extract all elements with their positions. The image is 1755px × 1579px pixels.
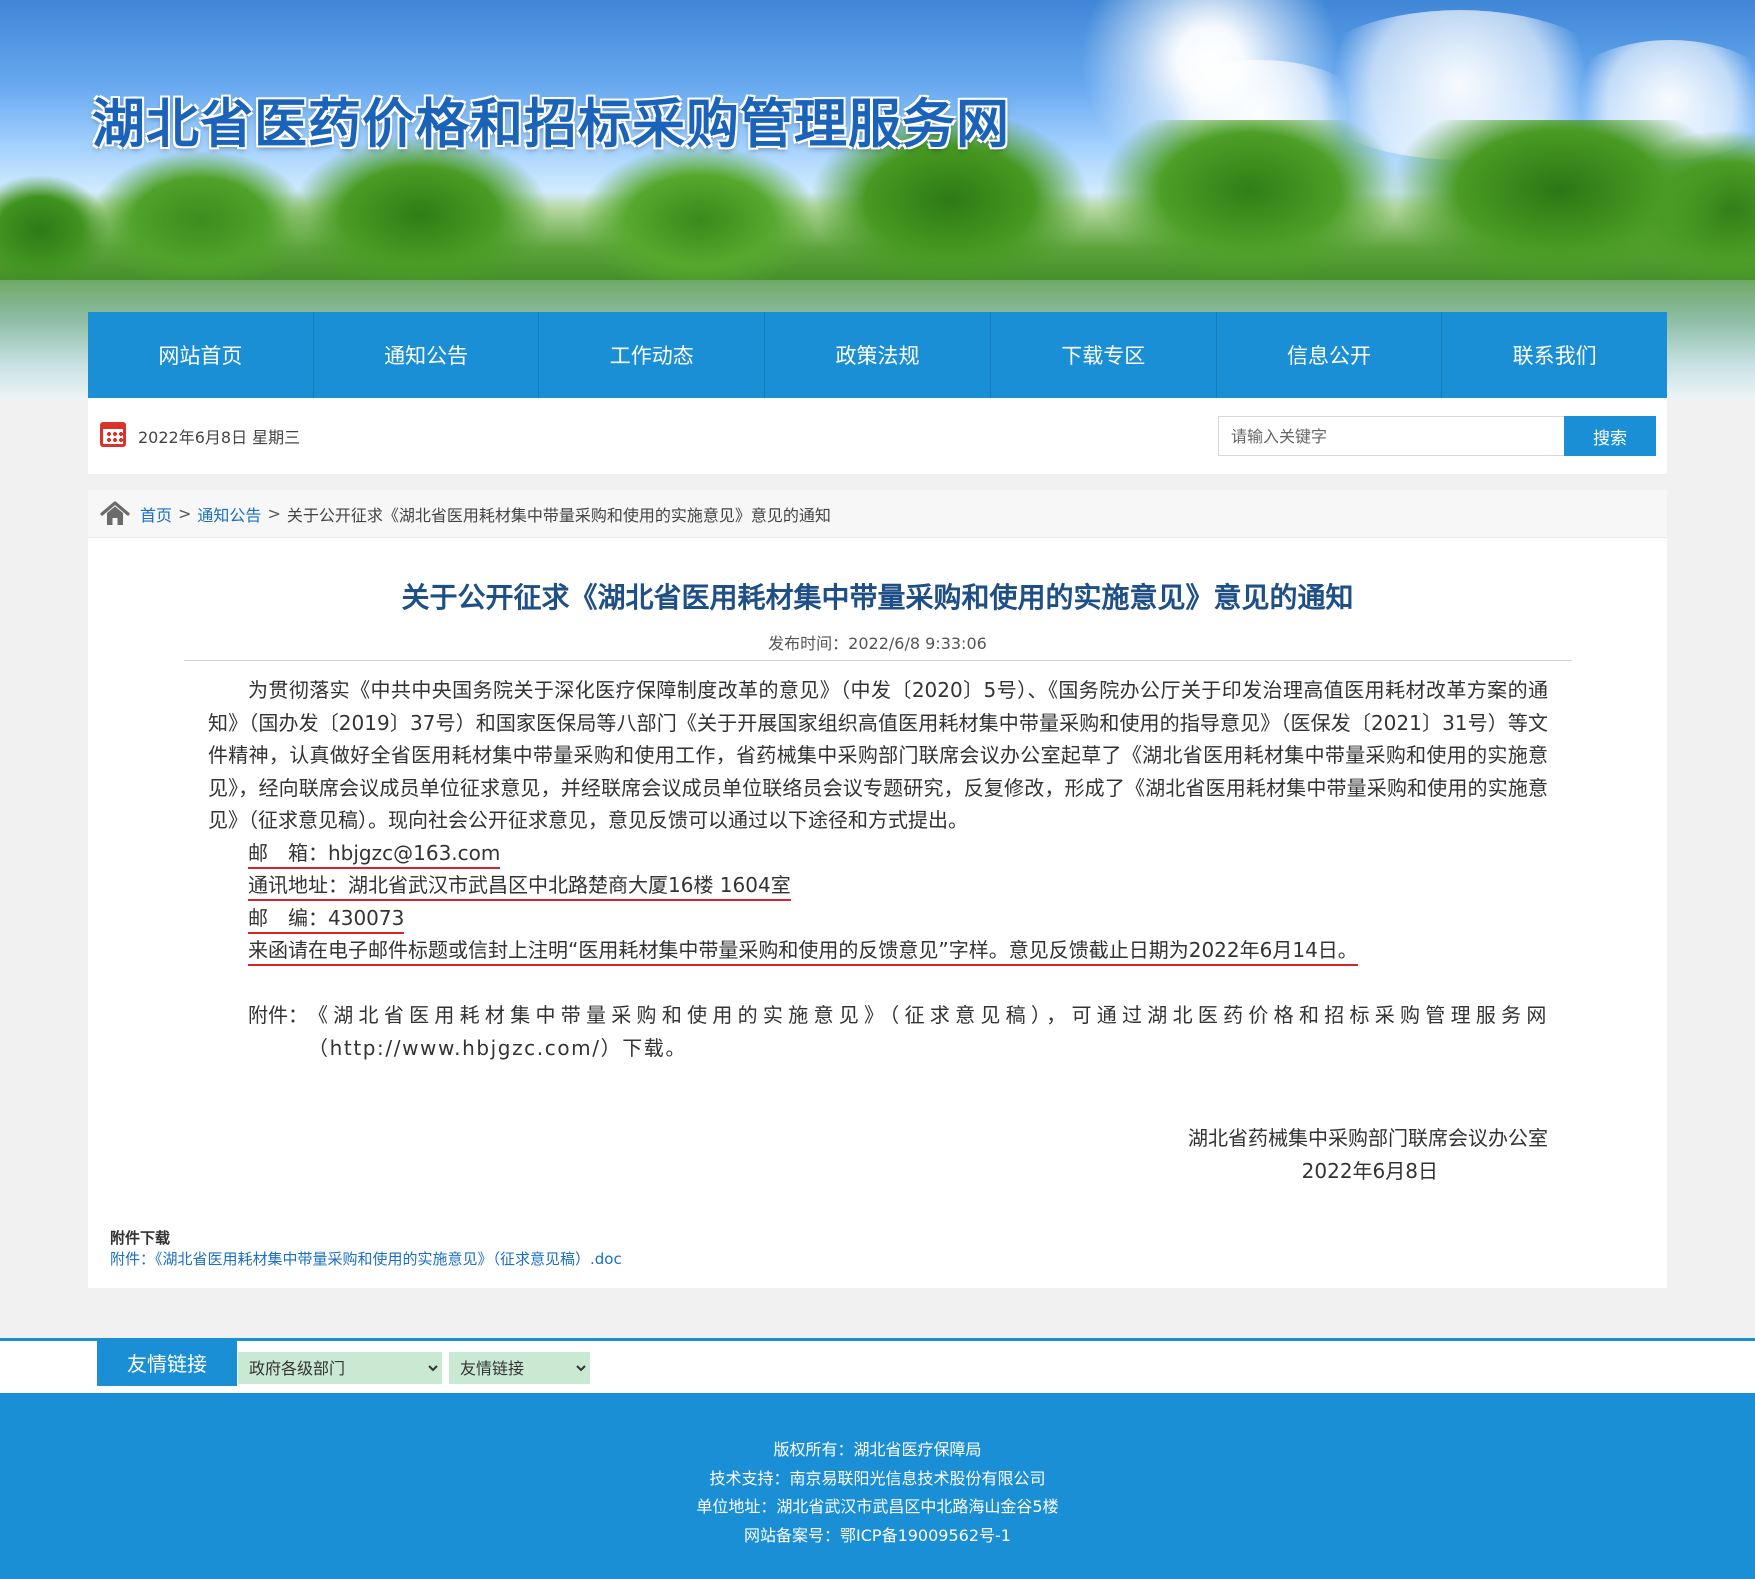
article-intro-paragraph: 为贯彻落实《中共中央国务院关于深化医疗保障制度改革的意见》（中发〔2020〕5号… <box>208 678 1548 832</box>
footer-tech-support: 技术支持：南京易联阳光信息技术股份有限公司 <box>709 1468 1046 1488</box>
breadcrumb-section-link[interactable]: 通知公告 <box>197 502 261 526</box>
footer-address: 单位地址：湖北省武汉市武昌区中北路海山金谷5楼 <box>696 1497 1059 1516</box>
nav-item-contact[interactable]: 联系我们 <box>1442 312 1667 398</box>
current-date: 2022年6月8日 星期三 <box>138 428 301 447</box>
contact-email: 邮 箱：hbjgzc@163.com <box>248 840 501 869</box>
breadcrumb: 首页 > 通知公告 > 关于公开征求《湖北省医用耗材集中带量采购和使用的实施意见… <box>88 490 1667 538</box>
breadcrumb-current: 关于公开征求《湖北省医用耗材集中带量采购和使用的实施意见》意见的通知 <box>286 505 831 525</box>
attachment-download-section: 附件下载 附件：《湖北省医用耗材集中带量采购和使用的实施意见》（征求意见稿）.d… <box>110 1228 622 1270</box>
contact-postcode-row: 邮 编：430073 <box>208 902 1548 935</box>
title-divider <box>184 660 1572 661</box>
contact-email-row: 邮 箱：hbjgzc@163.com <box>208 837 1548 870</box>
attachment-label: 附件： <box>248 1003 308 1027</box>
attachment-download-title: 附件下载 <box>110 1229 171 1247</box>
feedback-notice-row: 来函请在电子邮件标题或信封上注明“医用耗材集中带量采购和使用的反馈意见”字样。意… <box>208 934 1548 967</box>
attachment-description: 《湖北省医用耗材集中带量采购和使用的实施意见》（征求意见稿），可通过湖北医药价格… <box>308 1003 1548 1060</box>
breadcrumb-separator: > <box>178 504 192 523</box>
info-bar: 2022年6月8日 星期三 搜索 <box>88 398 1667 474</box>
calendar-icon <box>100 422 126 447</box>
home-icon <box>100 500 130 527</box>
nav-item-notices[interactable]: 通知公告 <box>314 312 540 398</box>
search-input[interactable] <box>1218 416 1566 456</box>
breadcrumb-separator: > <box>267 504 281 523</box>
feedback-notice: 来函请在电子邮件标题或信封上注明“医用耗材集中带量采购和使用的反馈意见”字样。意… <box>248 938 1358 966</box>
signature-org: 湖北省药械集中采购部门联席会议办公室 <box>1188 1126 1548 1150</box>
friend-links-select[interactable]: 友情链接 <box>449 1352 590 1384</box>
attachment-download-link[interactable]: 附件：《湖北省医用耗材集中带量采购和使用的实施意见》（征求意见稿）.doc <box>110 1249 622 1270</box>
site-title: 湖北省医药价格和招标采购管理服务网 <box>92 94 1010 155</box>
search-button[interactable]: 搜索 <box>1564 416 1656 456</box>
article-title: 关于公开征求《湖北省医用耗材集中带量采购和使用的实施意见》意见的通知 <box>401 581 1354 614</box>
friend-links-tab: 友情链接 <box>97 1338 237 1386</box>
contact-postcode: 邮 编：430073 <box>248 905 405 934</box>
nav-item-downloads[interactable]: 下载专区 <box>991 312 1217 398</box>
signature-date: 2022年6月8日 <box>1301 1158 1438 1183</box>
article-container: 首页 > 通知公告 > 关于公开征求《湖北省医用耗材集中带量采购和使用的实施意见… <box>88 490 1667 1288</box>
footer-icp: 网站备案号：鄂ICP备19009562号-1 <box>744 1525 1011 1545</box>
footer-copyright: 版权所有：湖北省医疗保障局 <box>773 1440 982 1459</box>
attachment-paragraph: 附件： 《湖北省医用耗材集中带量采购和使用的实施意见》（征求意见稿），可通过湖北… <box>208 999 1548 1064</box>
breadcrumb-home-link[interactable]: 首页 <box>140 502 172 526</box>
main-nav: 网站首页 通知公告 工作动态 政策法规 下载专区 信息公开 联系我们 <box>88 312 1667 398</box>
contact-address: 通讯地址：湖北省武汉市武昌区中北路楚商大厦16楼 1604室 <box>248 873 791 901</box>
footer: 版权所有：湖北省医疗保障局 技术支持：南京易联阳光信息技术股份有限公司 单位地址… <box>0 1393 1755 1579</box>
contact-address-row: 通讯地址：湖北省武汉市武昌区中北路楚商大厦16楼 1604室 <box>208 869 1548 902</box>
nav-item-home[interactable]: 网站首页 <box>88 312 314 398</box>
article-signature: 湖北省药械集中采购部门联席会议办公室 2022年6月8日 <box>208 1122 1548 1187</box>
nav-item-policies[interactable]: 政策法规 <box>765 312 991 398</box>
publish-time: 发布时间：2022/6/8 9:33:06 <box>768 634 987 653</box>
nav-item-info-disclosure[interactable]: 信息公开 <box>1217 312 1443 398</box>
article-body: 为贯彻落实《中共中央国务院关于深化医疗保障制度改革的意见》（中发〔2020〕5号… <box>208 674 1548 1064</box>
nav-item-work-news[interactable]: 工作动态 <box>539 312 766 398</box>
gov-departments-select[interactable]: 政府各级部门 <box>238 1352 442 1384</box>
